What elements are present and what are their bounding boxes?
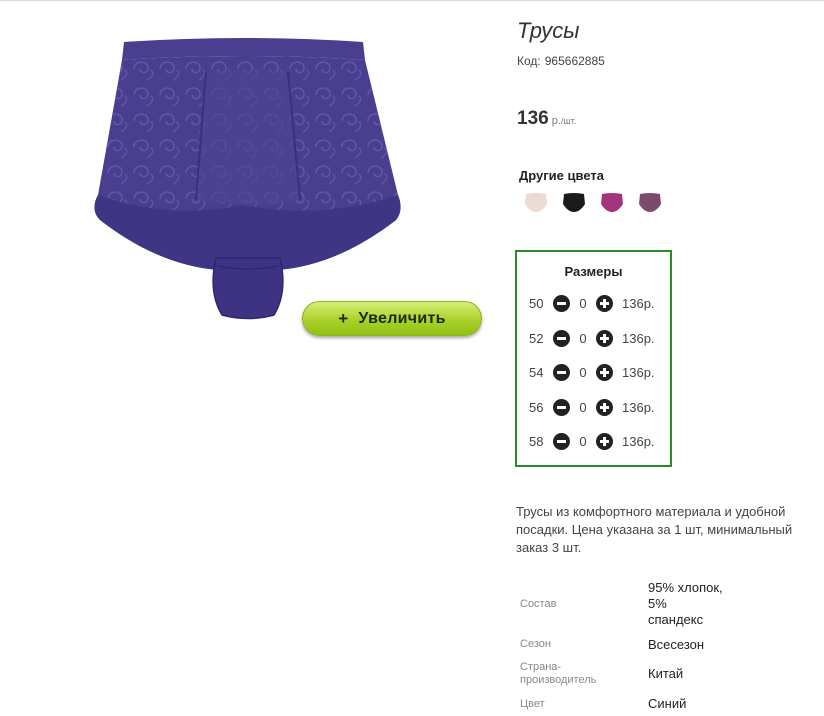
size-qty: 0 — [579, 364, 587, 380]
size-price: 136р. — [622, 295, 655, 311]
color-swatch-magenta[interactable] — [600, 192, 624, 214]
color-swatch-black[interactable] — [562, 192, 586, 214]
minus-icon[interactable] — [553, 398, 570, 416]
size-qty: 0 — [579, 330, 587, 346]
price-unit: р./шт. — [552, 115, 577, 127]
spec-composition-line: 5% — [648, 596, 667, 611]
size-label: 50 — [529, 295, 544, 311]
spec-country-value: Китай — [648, 666, 684, 681]
spec-country-label: Страна- производитель — [520, 661, 596, 687]
product-price: 136 р./шт. — [517, 108, 576, 130]
spec-color-label: Цвет — [520, 698, 545, 710]
size-row-56: 56 0 136р. — [529, 397, 655, 417]
plus-icon: + — [338, 308, 349, 328]
color-swatches — [524, 192, 662, 214]
plus-circle-icon[interactable] — [596, 294, 613, 312]
price-per-unit: /шт. — [560, 116, 577, 126]
size-label: 52 — [529, 330, 544, 346]
spec-season-label: Сезон — [520, 638, 551, 650]
minus-icon[interactable] — [553, 329, 570, 347]
spec-color-value: Синий — [648, 696, 687, 711]
size-price: 136р. — [622, 433, 655, 449]
price-value: 136 — [517, 108, 549, 129]
zoom-button[interactable]: + Увеличить — [302, 301, 482, 336]
spec-country-label-line: производитель — [520, 674, 597, 686]
size-qty: 0 — [579, 399, 587, 415]
product-code-label: Код: — [517, 54, 541, 68]
minus-icon[interactable] — [553, 432, 570, 450]
price-currency: р. — [551, 115, 561, 127]
size-price: 136р. — [622, 330, 655, 346]
spec-country-label-line: Страна- — [520, 661, 562, 673]
product-code: Код: 965662885 — [517, 54, 605, 68]
size-label: 54 — [529, 364, 544, 380]
top-divider — [0, 0, 824, 1]
size-row-50: 50 0 136р. — [529, 293, 655, 313]
plus-circle-icon[interactable] — [596, 398, 613, 416]
sizes-panel: Размеры 50 0 136р. 52 0 136р. 54 0 136р.… — [515, 250, 672, 467]
plus-circle-icon[interactable] — [596, 432, 613, 450]
minus-icon[interactable] — [553, 363, 570, 381]
product-description: Трусы из комфортного материала и удобной… — [516, 504, 793, 555]
minus-icon[interactable] — [553, 294, 570, 312]
color-swatch-beige[interactable] — [524, 192, 548, 214]
sizes-title: Размеры — [564, 264, 623, 279]
size-row-58: 58 0 136р. — [529, 431, 655, 451]
size-price: 136р. — [622, 399, 655, 415]
size-label: 58 — [529, 433, 544, 449]
size-row-54: 54 0 136р. — [529, 362, 655, 382]
color-swatch-mauve[interactable] — [638, 192, 662, 214]
size-price: 136р. — [622, 364, 655, 380]
size-qty: 0 — [579, 433, 587, 449]
plus-circle-icon[interactable] — [596, 329, 613, 347]
size-row-52: 52 0 136р. — [529, 328, 655, 348]
spec-season-value: Всесезон — [648, 637, 705, 652]
plus-circle-icon[interactable] — [596, 363, 613, 381]
spec-composition-label: Состав — [520, 598, 557, 610]
other-colors-title: Другие цвета — [519, 168, 604, 183]
spec-composition-line: спандекс — [648, 612, 704, 627]
spec-composition-value: 95% хлопок, 5% спандекс — [648, 580, 723, 628]
zoom-button-label: Увеличить — [358, 309, 446, 327]
size-label: 56 — [529, 399, 544, 415]
product-code-value: 965662885 — [544, 54, 605, 68]
product-title: Трусы — [517, 18, 580, 43]
size-qty: 0 — [579, 295, 587, 311]
product-image[interactable] — [78, 30, 418, 330]
spec-composition-line: 95% хлопок, — [648, 580, 723, 595]
